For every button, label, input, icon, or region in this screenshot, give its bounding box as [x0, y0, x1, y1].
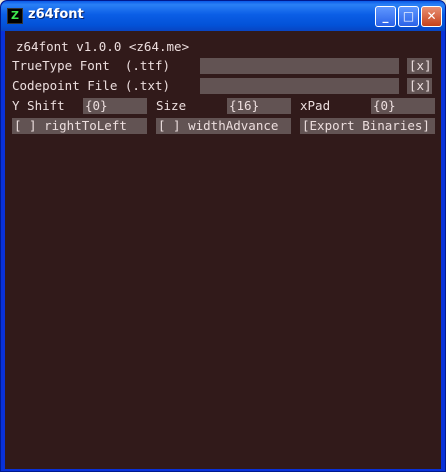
app-client-area: z64font v1.0.0 <z64.me> TrueType Font (.…	[5, 31, 441, 469]
window-title: z64font	[28, 7, 84, 22]
codepoint-file-field[interactable]	[200, 78, 399, 94]
right-to-left-checkbox[interactable]: [ ] rightToLeft	[12, 118, 147, 134]
x-pad-input[interactable]: {0}	[371, 98, 435, 114]
clear-codepoint-file-button[interactable]: [x]	[407, 78, 432, 94]
truetype-font-field[interactable]	[200, 58, 399, 74]
size-input[interactable]: {16}	[227, 98, 291, 114]
y-shift-label: Y Shift	[12, 98, 65, 113]
close-button[interactable]: ✕	[421, 6, 442, 27]
size-label: Size	[156, 98, 187, 113]
maximize-button[interactable]: □	[398, 6, 419, 27]
version-label: z64font v1.0.0 <z64.me>	[16, 39, 190, 54]
app-icon: Z	[7, 8, 23, 24]
minimize-button[interactable]: _	[375, 6, 396, 27]
x-pad-label: xPad	[300, 98, 331, 113]
codepoint-file-label: Codepoint File (.txt)	[12, 78, 171, 93]
export-binaries-button[interactable]: [Export Binaries]	[300, 118, 435, 134]
y-shift-input[interactable]: {0}	[83, 98, 147, 114]
truetype-font-label: TrueType Font (.ttf)	[12, 58, 171, 73]
width-advance-checkbox[interactable]: [ ] widthAdvance	[156, 118, 291, 134]
clear-truetype-font-button[interactable]: [x]	[407, 58, 432, 74]
app-window: Z z64font _ □ ✕ z64font v1.0.0 <z64.me> …	[0, 0, 446, 472]
title-bar[interactable]: Z z64font _ □ ✕	[1, 1, 445, 31]
